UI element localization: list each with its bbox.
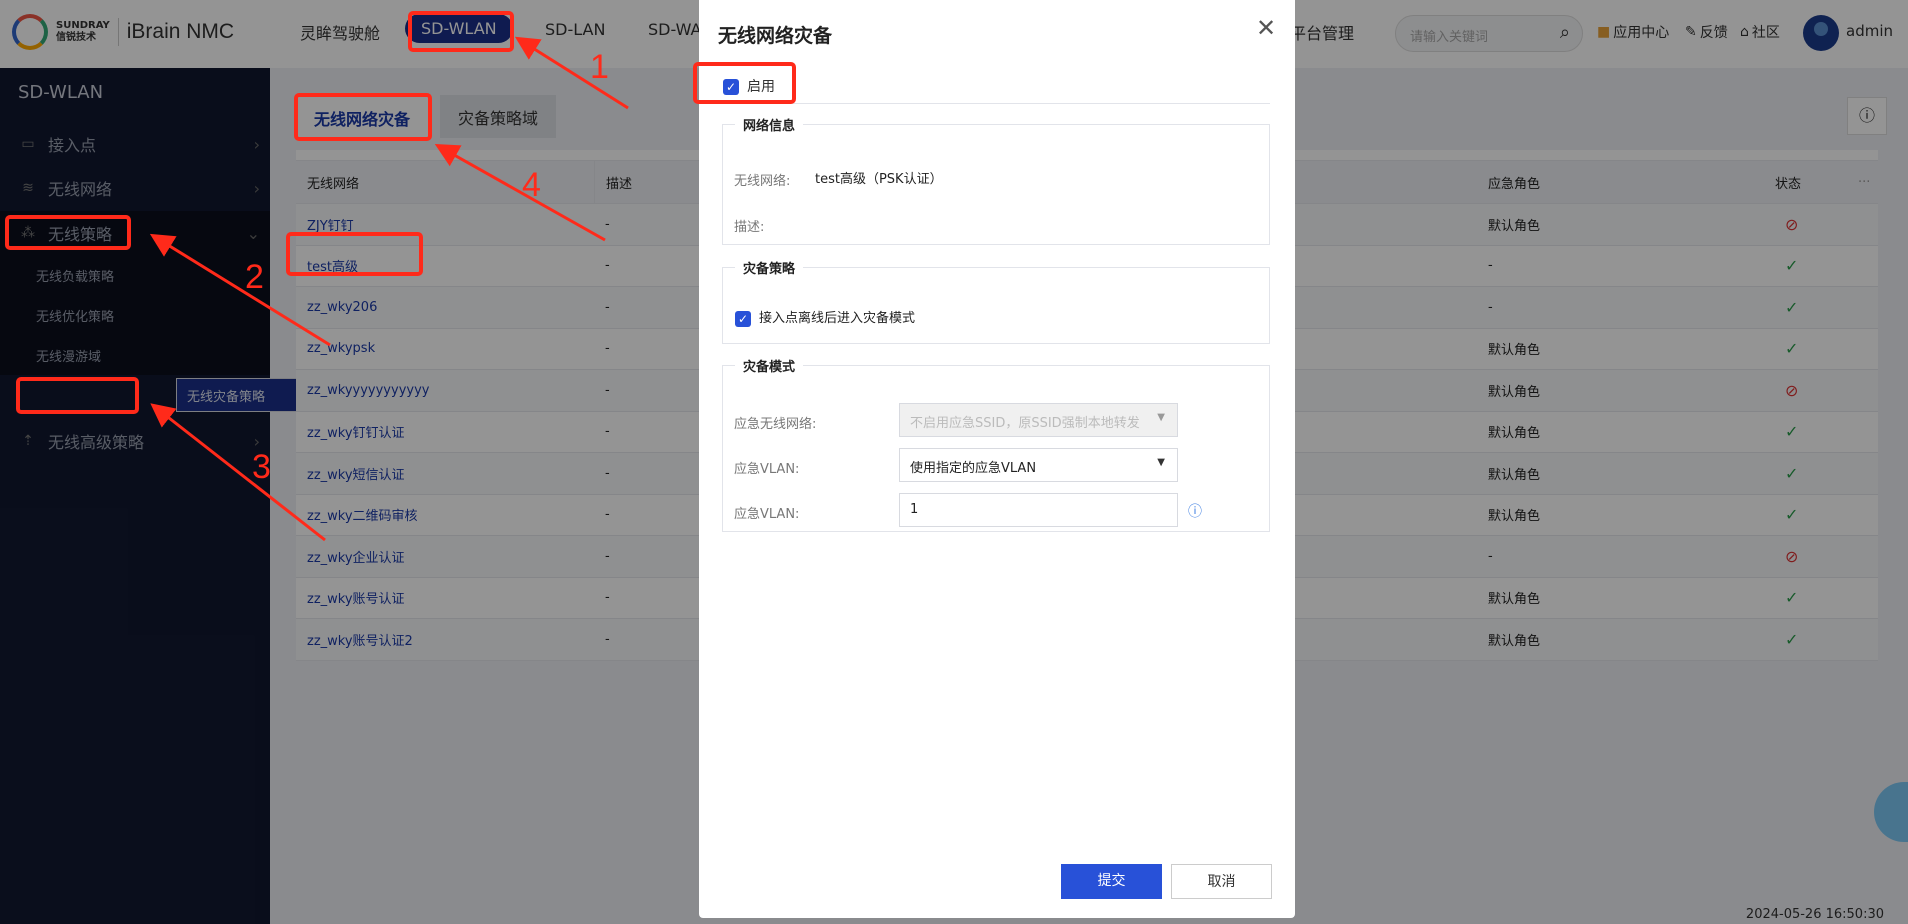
close-icon[interactable]: ✕ — [1256, 14, 1276, 42]
desc-label: 描述: — [734, 220, 765, 235]
offline-disaster-checkbox[interactable]: ✓ 接入点离线后进入灾备模式 — [735, 307, 915, 327]
caret-down-icon: ▼ — [1157, 457, 1165, 468]
section-legend: 灾备模式 — [743, 360, 796, 375]
vlan-mode-select[interactable]: 使用指定的应急VLAN ▼ — [899, 448, 1178, 482]
network-value: test高级（PSK认证） — [815, 172, 943, 187]
modal-title: 无线网络灾备 — [718, 25, 833, 47]
emergency-network-label: 应急无线网络: — [734, 417, 817, 432]
submit-button[interactable]: 提交 — [1061, 864, 1162, 899]
policy-section: 灾备策略 ✓ 接入点离线后进入灾备模式 — [722, 258, 1270, 344]
section-legend: 网络信息 — [743, 119, 796, 134]
vlan-mode-label: 应急VLAN: — [734, 462, 800, 477]
caret-down-icon: ▼ — [1157, 412, 1165, 423]
network-info-section: 网络信息 无线网络: test高级（PSK认证） 描述: — [722, 115, 1270, 245]
vlan-label: 应急VLAN: — [734, 507, 800, 522]
cancel-button[interactable]: 取消 — [1171, 864, 1272, 899]
network-label: 无线网络: — [734, 174, 791, 189]
vlan-input[interactable]: 1 — [899, 493, 1178, 527]
mode-section: 灾备模式 应急无线网络: 不启用应急SSID，原SSID强制本地转发 ▼ 应急VL… — [722, 356, 1270, 532]
info-icon[interactable]: ⓘ — [1188, 501, 1202, 521]
checkbox-checked-icon: ✓ — [723, 79, 739, 95]
emergency-network-select: 不启用应急SSID，原SSID强制本地转发 ▼ — [899, 403, 1178, 437]
section-legend: 灾备策略 — [743, 262, 796, 277]
divider — [718, 103, 1270, 104]
enable-checkbox[interactable]: ✓ 启用 — [723, 76, 775, 96]
checkbox-checked-icon: ✓ — [735, 310, 751, 327]
disaster-modal: 无线网络灾备 ✕ ✓ 启用 网络信息 无线网络: test高级（PSK认证） 描述… — [699, 0, 1295, 918]
